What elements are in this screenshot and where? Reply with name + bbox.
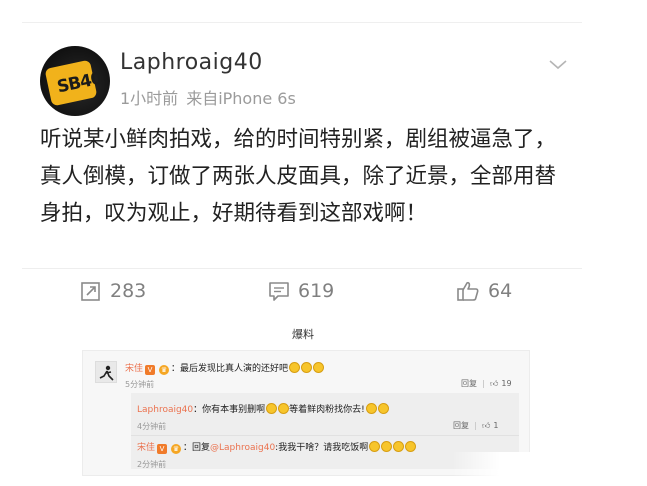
- person-icon: [99, 365, 114, 381]
- laugh-emoji-icon: [405, 441, 417, 452]
- like-count: 64: [488, 280, 513, 302]
- comment-1-ops: 回复 👍︎ 19: [461, 378, 512, 389]
- comment-2-likes: 1: [493, 421, 499, 430]
- comment-2-user[interactable]: Laphroaig40: [137, 405, 193, 415]
- comment-3-mention[interactable]: @Laphroaig40: [210, 443, 275, 453]
- grin-emoji-icon: [365, 403, 377, 414]
- avatar[interactable]: SB40: [40, 46, 110, 116]
- comment-3-time: 2分钟前: [137, 460, 167, 469]
- comment-icon: [269, 282, 289, 301]
- comment-1-text: ：最后发现比真人演的还好吧: [171, 364, 289, 374]
- repost-icon: [81, 282, 100, 301]
- thumbs-up-icon: [457, 281, 479, 301]
- grin-emoji-icon: [377, 403, 389, 414]
- like-button[interactable]: 64: [456, 280, 512, 302]
- laugh-emoji-icon: [369, 441, 381, 452]
- comment-3-user[interactable]: 宋佳: [137, 443, 155, 453]
- comment-3: 宋佳 V ♛ ：回复@Laphroaig40:我我干啥？请我吃饭啊: [137, 441, 417, 454]
- verified-badge-icon: V: [145, 365, 156, 375]
- thumbs-up-icon[interactable]: 👍︎: [482, 421, 490, 431]
- repost-count: 283: [110, 280, 147, 302]
- comment-1: 宋佳 V ♛ ：最后发现比真人演的还好吧: [125, 362, 325, 375]
- comment-2-reply[interactable]: 回复: [453, 420, 469, 431]
- comment-2: Laphroaig40：你有本事别删啊 等着鲜肉粉找你去!: [137, 403, 389, 416]
- comment-1-likes: 19: [501, 379, 512, 388]
- comment-3-text-a: ：回复: [183, 443, 211, 453]
- divider: [22, 268, 582, 269]
- action-bar: 283 619 64: [22, 276, 582, 312]
- comment-2-text-a: ：你有本事别删啊: [193, 405, 266, 415]
- laugh-emoji-icon: [289, 362, 301, 373]
- comment-1-reply[interactable]: 回复: [461, 378, 477, 389]
- grin-emoji-icon: [266, 403, 278, 414]
- comment-button[interactable]: 619: [268, 280, 334, 302]
- post-source: 来自iPhone 6s: [186, 89, 296, 108]
- vip-badge-icon: ♛: [159, 365, 170, 375]
- divider: [131, 435, 519, 436]
- grin-emoji-icon: [278, 403, 290, 414]
- chevron-down-icon[interactable]: [547, 53, 569, 75]
- image-caption: 爆料: [292, 328, 314, 341]
- laugh-emoji-icon: [381, 441, 393, 452]
- comment-count: 619: [298, 280, 335, 302]
- post-meta: 1小时前 来自iPhone 6s: [120, 85, 296, 109]
- post-time[interactable]: 1小时前: [120, 89, 178, 108]
- thumbs-up-icon[interactable]: 👍︎: [490, 379, 498, 389]
- laugh-emoji-icon: [313, 362, 325, 373]
- comment-2-text-b: 等着鲜肉粉找你去!: [289, 405, 365, 415]
- comment-2-ops: 回复 👍︎ 1: [453, 420, 498, 431]
- laugh-emoji-icon: [301, 362, 313, 373]
- comment-1-time: 5分钟前: [125, 380, 155, 389]
- post-text: 听说某小鲜肉拍戏，给的时间特别紧，剧组被逼急了，真人倒模，订做了两张人皮面具，除…: [40, 127, 557, 226]
- vip-badge-icon: ♛: [171, 444, 182, 454]
- repost-button[interactable]: 283: [80, 280, 146, 302]
- comment-2-time: 4分钟前: [137, 422, 167, 431]
- comment-3-text-b: :我我干啥？请我吃饭啊: [275, 443, 369, 453]
- watermark-mask: [452, 452, 532, 478]
- commenter-avatar: [95, 361, 117, 383]
- comment-1-user[interactable]: 宋佳: [125, 364, 143, 374]
- username[interactable]: Laphroaig40: [120, 50, 263, 75]
- verified-badge-icon: V: [157, 444, 168, 454]
- laugh-emoji-icon: [393, 441, 405, 452]
